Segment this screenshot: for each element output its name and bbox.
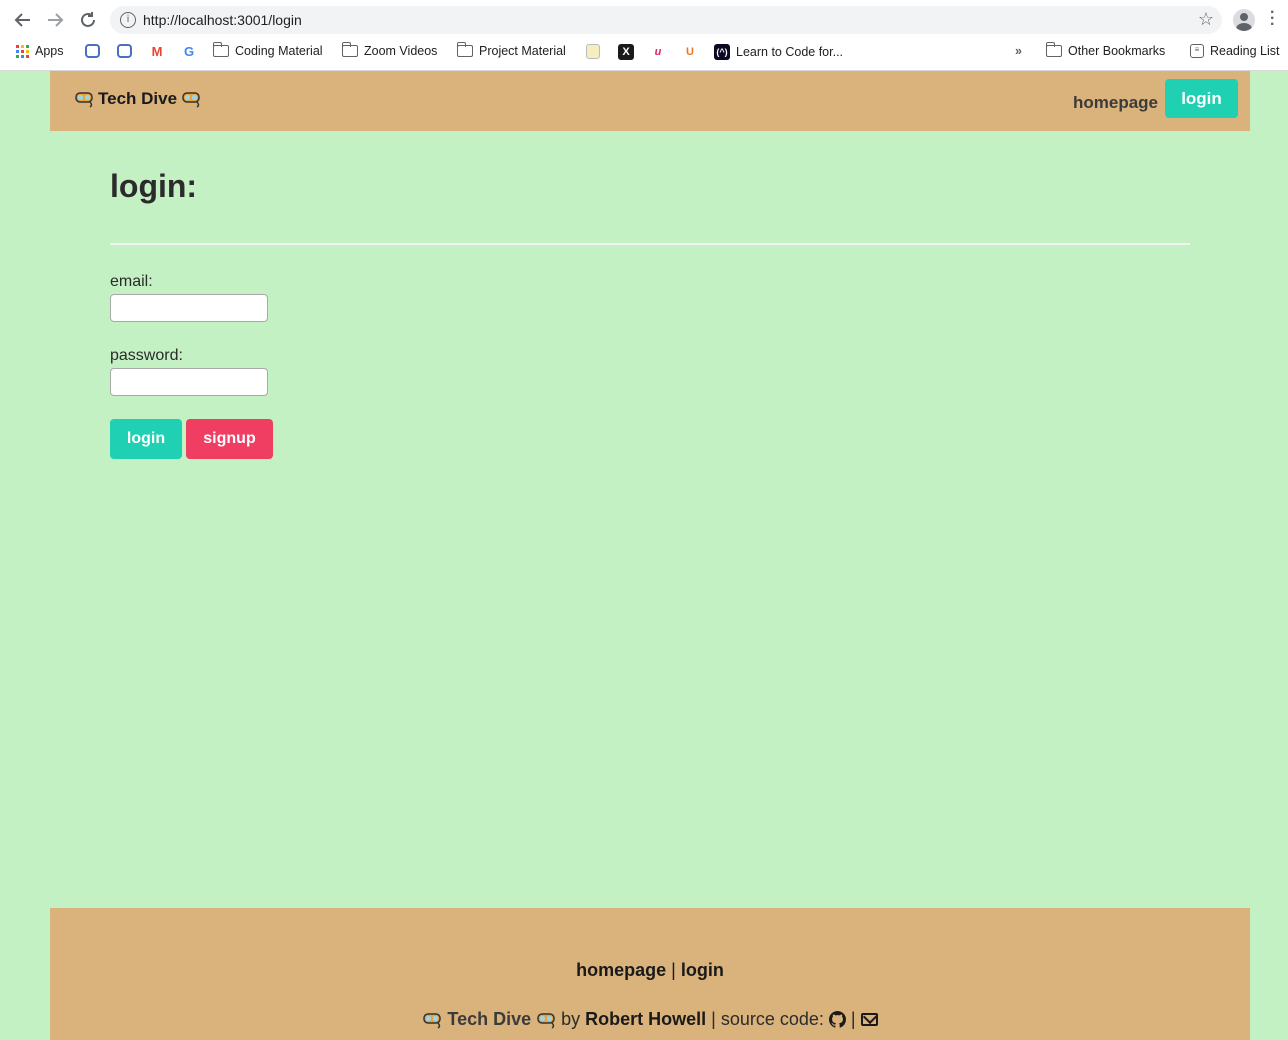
footer-by-text: by [561, 1009, 581, 1029]
divider [110, 243, 1190, 245]
bookmark-x[interactable]: X [618, 44, 634, 60]
reload-icon[interactable] [76, 8, 100, 32]
bookmark-notes[interactable] [586, 44, 600, 59]
bookmarks-bar: Apps M G Coding Material Zoom Videos Pro… [0, 40, 1288, 64]
page: Tech Dive homepage login login: email: p… [0, 71, 1288, 1040]
bookmark-other-bookmarks[interactable]: Other Bookmarks [1045, 42, 1166, 58]
page-title: login: [110, 168, 198, 204]
footer-brand-name: Tech Dive [447, 1009, 532, 1029]
address-url[interactable]: http://localhost:3001/login [143, 12, 302, 28]
bookmark-briefcase-1[interactable] [85, 44, 100, 58]
notes-icon [586, 44, 600, 59]
bookmark-label: Project Material [479, 44, 566, 58]
reading-list-icon: ≡ [1190, 44, 1204, 58]
footer-separator: | [671, 960, 676, 980]
bookmark-label: Other Bookmarks [1068, 44, 1166, 58]
browser-chrome: i http://localhost:3001/login ☆ · · · Apps… [0, 0, 1288, 71]
fcc-icon: (^) [714, 44, 730, 60]
site-footer: homepage | login Tech Dive by Robert How… [50, 908, 1250, 1040]
nav-login-button[interactable]: login [1165, 79, 1238, 118]
email-field[interactable] [110, 294, 268, 322]
google-icon: G [183, 44, 195, 59]
forward-arrow-icon[interactable] [43, 8, 67, 32]
bookmark-coding-material[interactable]: Coding Material [212, 42, 323, 58]
gmail-icon: M [151, 44, 163, 59]
bookmark-label: Reading List [1210, 44, 1280, 58]
folder-icon [341, 42, 358, 57]
back-arrow-icon[interactable] [11, 8, 35, 32]
bookmark-u[interactable]: U [682, 44, 698, 60]
browser-menu-icon[interactable]: · · · [1270, 5, 1275, 33]
profile-avatar-icon[interactable] [1233, 9, 1255, 31]
bookmark-label: Coding Material [235, 44, 323, 58]
footer-author-link[interactable]: Robert Howell [585, 1009, 706, 1030]
signup-button[interactable]: signup [186, 419, 273, 459]
u-icon: U [686, 46, 694, 58]
bookmark-label: Zoom Videos [364, 44, 438, 58]
diving-mask-icon [536, 1011, 556, 1029]
footer-homepage-link[interactable]: homepage [576, 960, 666, 980]
briefcase-icon [85, 44, 100, 58]
brand-logo[interactable]: Tech Dive [74, 89, 201, 109]
footer-source-label: | source code: [711, 1009, 824, 1029]
address-bar[interactable]: i http://localhost:3001/login ☆ [110, 6, 1222, 34]
footer-nav: homepage | login [50, 960, 1250, 981]
bookmarks-overflow-icon[interactable]: » [1015, 44, 1022, 58]
folder-icon [212, 42, 229, 57]
x-icon: X [618, 44, 634, 60]
site-header: Tech Dive homepage login [50, 71, 1250, 131]
folder-icon [456, 42, 473, 57]
github-icon[interactable] [828, 1011, 846, 1028]
bookmark-gmail[interactable]: M [149, 44, 165, 60]
bookmark-reading-list[interactable]: ≡ Reading List [1190, 44, 1280, 58]
diving-mask-icon [422, 1011, 442, 1029]
bookmark-label: Learn to Code for... [736, 45, 844, 59]
bookmark-label: Apps [35, 44, 64, 58]
bookmark-pen[interactable]: u [650, 44, 666, 60]
diving-mask-icon [74, 90, 94, 108]
password-label: password: [110, 347, 183, 364]
briefcase-icon [117, 44, 132, 58]
folder-icon [1045, 42, 1062, 57]
bookmark-apps[interactable]: Apps [16, 44, 64, 58]
footer-separator: | [850, 1009, 856, 1029]
pen-icon: u [654, 46, 662, 58]
brand-name: Tech Dive [98, 89, 178, 108]
bookmark-star-icon[interactable]: ☆ [1198, 9, 1214, 30]
nav-homepage-link[interactable]: homepage [1073, 93, 1158, 113]
login-button[interactable]: login [110, 419, 182, 459]
bookmark-briefcase-2[interactable] [117, 44, 132, 58]
browser-toolbar: i http://localhost:3001/login ☆ · · · [0, 0, 1288, 40]
bookmark-google[interactable]: G [181, 44, 197, 60]
footer-login-link[interactable]: login [681, 960, 724, 980]
apps-grid-icon [16, 44, 29, 58]
diving-mask-icon [181, 90, 201, 108]
email-label: email: [110, 273, 153, 290]
info-icon[interactable]: i [120, 12, 136, 28]
bookmark-learn-to-code[interactable]: (^) Learn to Code for... [714, 44, 843, 60]
footer-credit: Tech Dive by Robert Howell | source code… [50, 1009, 1250, 1030]
email-envelope-icon[interactable] [860, 1013, 878, 1026]
bookmark-project-material[interactable]: Project Material [456, 42, 566, 58]
password-field[interactable] [110, 368, 268, 396]
bookmark-zoom-videos[interactable]: Zoom Videos [341, 42, 438, 58]
